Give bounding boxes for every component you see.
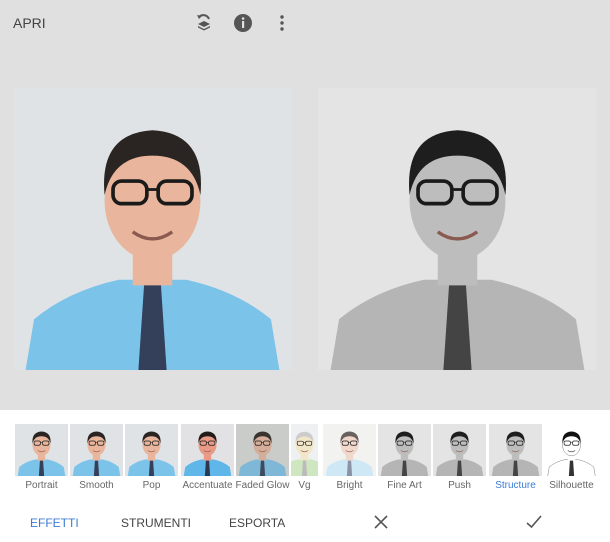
tab-effects[interactable]: EFFETTI	[30, 516, 79, 530]
filter-thumbnail[interactable]	[323, 424, 376, 476]
filter-thumbnail[interactable]	[433, 424, 486, 476]
filter-thumbnail[interactable]	[378, 424, 431, 476]
history-layers-icon[interactable]	[193, 12, 215, 34]
filter-thumbnail[interactable]	[291, 424, 318, 476]
filter-thumbnail[interactable]	[70, 424, 123, 476]
more-vert-icon[interactable]	[271, 12, 293, 34]
close-icon[interactable]	[373, 514, 389, 530]
filter-thumbnail[interactable]	[125, 424, 178, 476]
filter-thumbnail[interactable]	[236, 424, 289, 476]
filter-thumbnail[interactable]	[15, 424, 68, 476]
info-icon[interactable]	[232, 12, 254, 34]
filter-thumbnail[interactable]	[181, 424, 234, 476]
filter-thumbnail[interactable]	[489, 424, 542, 476]
filter-thumbnail[interactable]	[545, 424, 598, 476]
original-photo	[13, 88, 292, 370]
preview-photo[interactable]	[318, 88, 597, 370]
filter-label[interactable]: Silhouette	[537, 480, 607, 491]
check-icon[interactable]	[525, 514, 543, 530]
tab-export[interactable]: ESPORTA	[229, 516, 285, 530]
tab-tools[interactable]: STRUMENTI	[121, 516, 191, 530]
open-button[interactable]: APRI	[13, 15, 46, 31]
bottom-panel: Portrait Smooth Pop Accentuate Faded Glo…	[0, 410, 610, 542]
top-bar: APRI	[0, 0, 610, 45]
